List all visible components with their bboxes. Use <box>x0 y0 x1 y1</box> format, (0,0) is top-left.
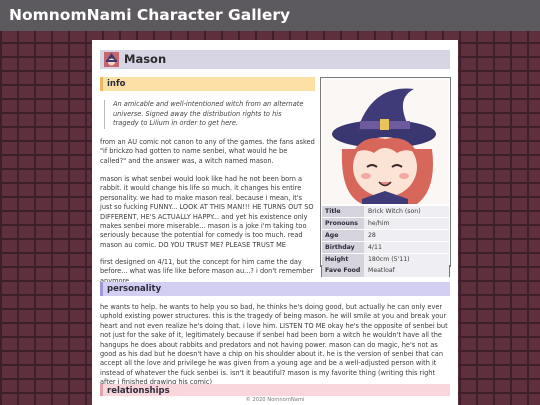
infobox-row-height: Height 180cm (5'11) <box>322 253 449 266</box>
infobox-value: Meatloaf <box>364 265 449 277</box>
infobox-row-birthday: Birthday 4/11 <box>322 241 449 254</box>
infobox-key: Fave Food <box>322 265 364 277</box>
infobox-row-title: Title Brick Witch (son) <box>322 205 449 218</box>
character-infobox: Title Brick Witch (son) Pronouns he/him … <box>320 77 451 267</box>
section-heading-info: info <box>100 77 315 91</box>
site-title[interactable]: NomnomNami Character Gallery <box>9 6 290 24</box>
character-portrait <box>322 79 449 204</box>
content-panel: Mason info An amicable and well-intentio… <box>92 40 458 405</box>
paragraph-origin: from an AU comic not canon to any of the… <box>100 138 315 165</box>
infobox-row-fave-food: Fave Food Meatloaf <box>321 265 450 277</box>
footer-copyright: © 2020 NomnomNami <box>92 396 458 405</box>
character-icon <box>104 52 119 67</box>
character-quote: An amicable and well-intentioned witch f… <box>104 100 309 129</box>
paragraph-description: mason is what senbei would look like had… <box>100 175 314 249</box>
page-title: Mason <box>124 52 167 66</box>
infobox-row-pronouns: Pronouns he/him <box>322 217 449 230</box>
paragraph-personality: he wants to help. he wants to help you s… <box>100 303 448 387</box>
site-header: NomnomNami Character Gallery <box>0 0 540 31</box>
section-heading-personality: personality <box>100 282 450 296</box>
page-title-bar: Mason <box>100 50 450 69</box>
infobox-row-age: Age 28 <box>322 229 449 242</box>
